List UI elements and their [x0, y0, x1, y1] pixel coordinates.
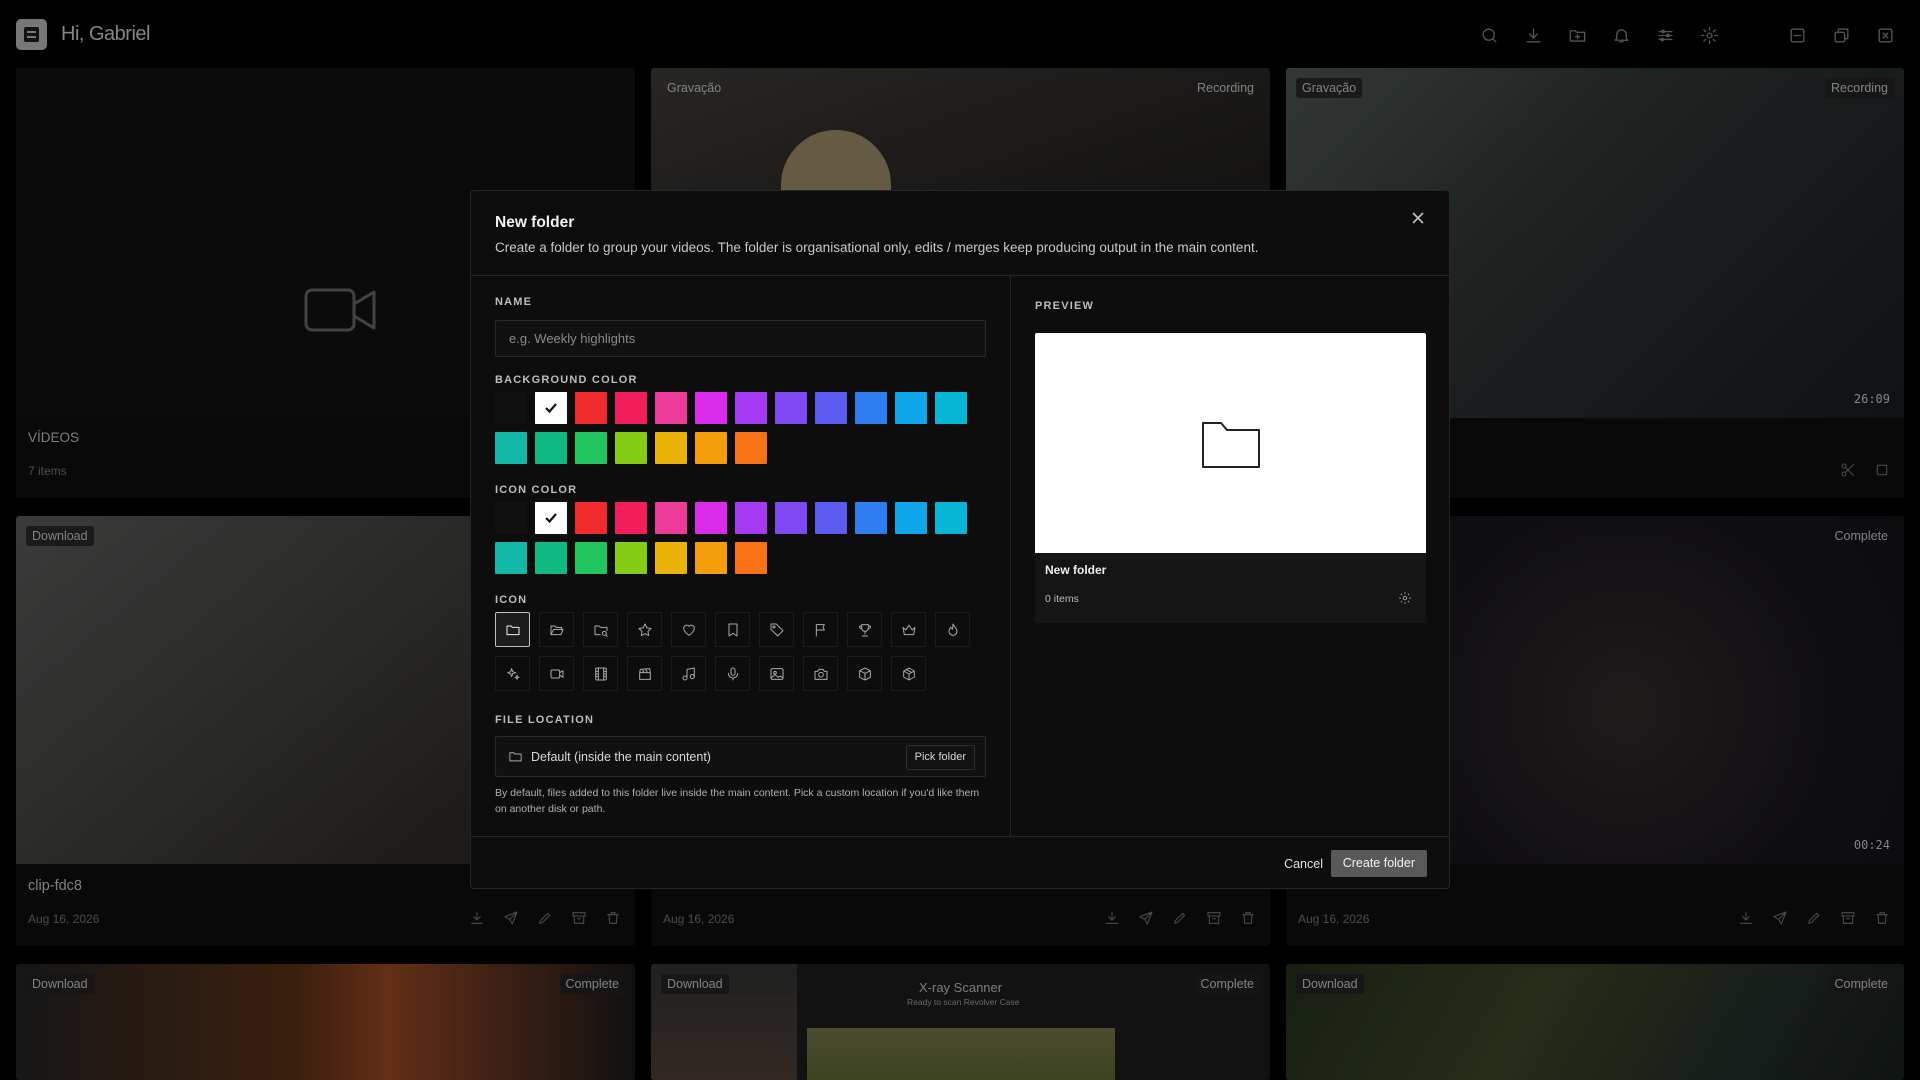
folder-preview-card: New folder 0 items — [1035, 333, 1426, 623]
icon-color-swatch[interactable] — [535, 542, 567, 574]
preview-item-count: 0 items — [1045, 593, 1079, 605]
pick-folder-button[interactable]: Pick folder — [905, 745, 975, 770]
name-label: NAME — [495, 296, 533, 308]
background-color-swatch[interactable] — [655, 392, 687, 424]
icon-label: ICON — [495, 594, 528, 606]
background-color-swatch[interactable] — [695, 432, 727, 464]
icon-color-swatch[interactable] — [575, 502, 607, 534]
preview-panel: PREVIEW New folder 0 items — [1011, 276, 1451, 836]
bookmark-icon[interactable] — [715, 612, 750, 647]
icon-color-swatch[interactable] — [735, 502, 767, 534]
close-icon[interactable] — [1411, 211, 1431, 231]
flame-icon[interactable] — [935, 612, 970, 647]
package-icon[interactable] — [891, 656, 926, 691]
background-color-swatch[interactable] — [575, 392, 607, 424]
icon-color-swatch[interactable] — [615, 502, 647, 534]
create-folder-button[interactable]: Create folder — [1330, 850, 1427, 877]
star-icon[interactable] — [627, 612, 662, 647]
background-color-label: BACKGROUND COLOR — [495, 374, 638, 386]
icon-color-swatch[interactable] — [935, 502, 967, 534]
folder-open-icon[interactable] — [539, 612, 574, 647]
background-color-swatch[interactable] — [535, 432, 567, 464]
icon-color-picker — [495, 502, 967, 574]
heart-icon[interactable] — [671, 612, 706, 647]
preview-label: PREVIEW — [1035, 300, 1095, 312]
video-icon[interactable] — [539, 656, 574, 691]
icon-color-swatch[interactable] — [895, 502, 927, 534]
icon-color-swatch[interactable] — [855, 502, 887, 534]
preview-folder-name: New folder — [1045, 563, 1107, 577]
folder-name-input[interactable] — [495, 320, 986, 357]
background-color-swatch[interactable] — [935, 392, 967, 424]
file-location-value: Default (inside the main content) — [531, 750, 711, 764]
camera-icon[interactable] — [803, 656, 838, 691]
file-location-help: By default, files added to this folder l… — [495, 787, 980, 815]
check-icon — [545, 513, 557, 524]
clapperboard-icon[interactable] — [627, 656, 662, 691]
background-color-swatch[interactable] — [815, 392, 847, 424]
folder-search-icon[interactable] — [583, 612, 618, 647]
image-icon[interactable] — [759, 656, 794, 691]
background-color-swatch[interactable] — [535, 392, 567, 424]
background-color-picker — [495, 392, 967, 464]
dialog-footer: Cancel Create folder — [471, 836, 1449, 890]
flag-icon[interactable] — [803, 612, 838, 647]
background-color-swatch[interactable] — [615, 392, 647, 424]
background-color-swatch[interactable] — [655, 432, 687, 464]
icon-color-swatch[interactable] — [655, 542, 687, 574]
icon-color-swatch[interactable] — [815, 502, 847, 534]
new-folder-dialog: New folder Create a folder to group your… — [470, 190, 1450, 889]
background-color-swatch[interactable] — [775, 392, 807, 424]
folder-icon — [508, 749, 523, 769]
folder-preview-thumbnail — [1035, 333, 1426, 553]
crown-icon[interactable] — [891, 612, 926, 647]
file-location-field[interactable]: Default (inside the main content) Pick f… — [495, 736, 986, 777]
music-icon[interactable] — [671, 656, 706, 691]
icon-color-swatch[interactable] — [495, 502, 527, 534]
sparkles-icon[interactable] — [495, 656, 530, 691]
folder-icon[interactable] — [495, 612, 530, 647]
icon-picker — [495, 612, 970, 691]
icon-color-swatch[interactable] — [735, 542, 767, 574]
icon-color-swatch[interactable] — [695, 542, 727, 574]
cancel-button[interactable]: Cancel — [1278, 853, 1329, 875]
icon-color-swatch[interactable] — [775, 502, 807, 534]
trophy-icon[interactable] — [847, 612, 882, 647]
icon-color-swatch[interactable] — [575, 542, 607, 574]
background-color-swatch[interactable] — [855, 392, 887, 424]
gear-icon — [1398, 591, 1412, 610]
file-location-label: FILE LOCATION — [495, 714, 595, 726]
background-color-swatch[interactable] — [575, 432, 607, 464]
icon-color-swatch[interactable] — [695, 502, 727, 534]
icon-color-swatch[interactable] — [615, 542, 647, 574]
icon-color-swatch[interactable] — [495, 542, 527, 574]
background-color-swatch[interactable] — [895, 392, 927, 424]
background-color-swatch[interactable] — [695, 392, 727, 424]
icon-color-swatch[interactable] — [655, 502, 687, 534]
background-color-swatch[interactable] — [735, 432, 767, 464]
background-color-swatch[interactable] — [735, 392, 767, 424]
tag-icon[interactable] — [759, 612, 794, 647]
icon-color-swatch[interactable] — [535, 502, 567, 534]
dialog-title: New folder — [495, 214, 575, 231]
folder-icon — [1201, 422, 1260, 468]
check-icon — [545, 403, 557, 414]
background-color-swatch[interactable] — [615, 432, 647, 464]
box-icon[interactable] — [847, 656, 882, 691]
background-color-swatch[interactable] — [495, 392, 527, 424]
film-icon[interactable] — [583, 656, 618, 691]
dialog-header: New folder Create a folder to group your… — [471, 191, 1449, 276]
icon-color-label: ICON COLOR — [495, 484, 578, 496]
mic-icon[interactable] — [715, 656, 750, 691]
dialog-subtitle: Create a folder to group your videos. Th… — [495, 240, 1259, 255]
background-color-swatch[interactable] — [495, 432, 527, 464]
form-panel: NAME BACKGROUND COLOR ICON COLOR ICON — [471, 276, 1011, 836]
